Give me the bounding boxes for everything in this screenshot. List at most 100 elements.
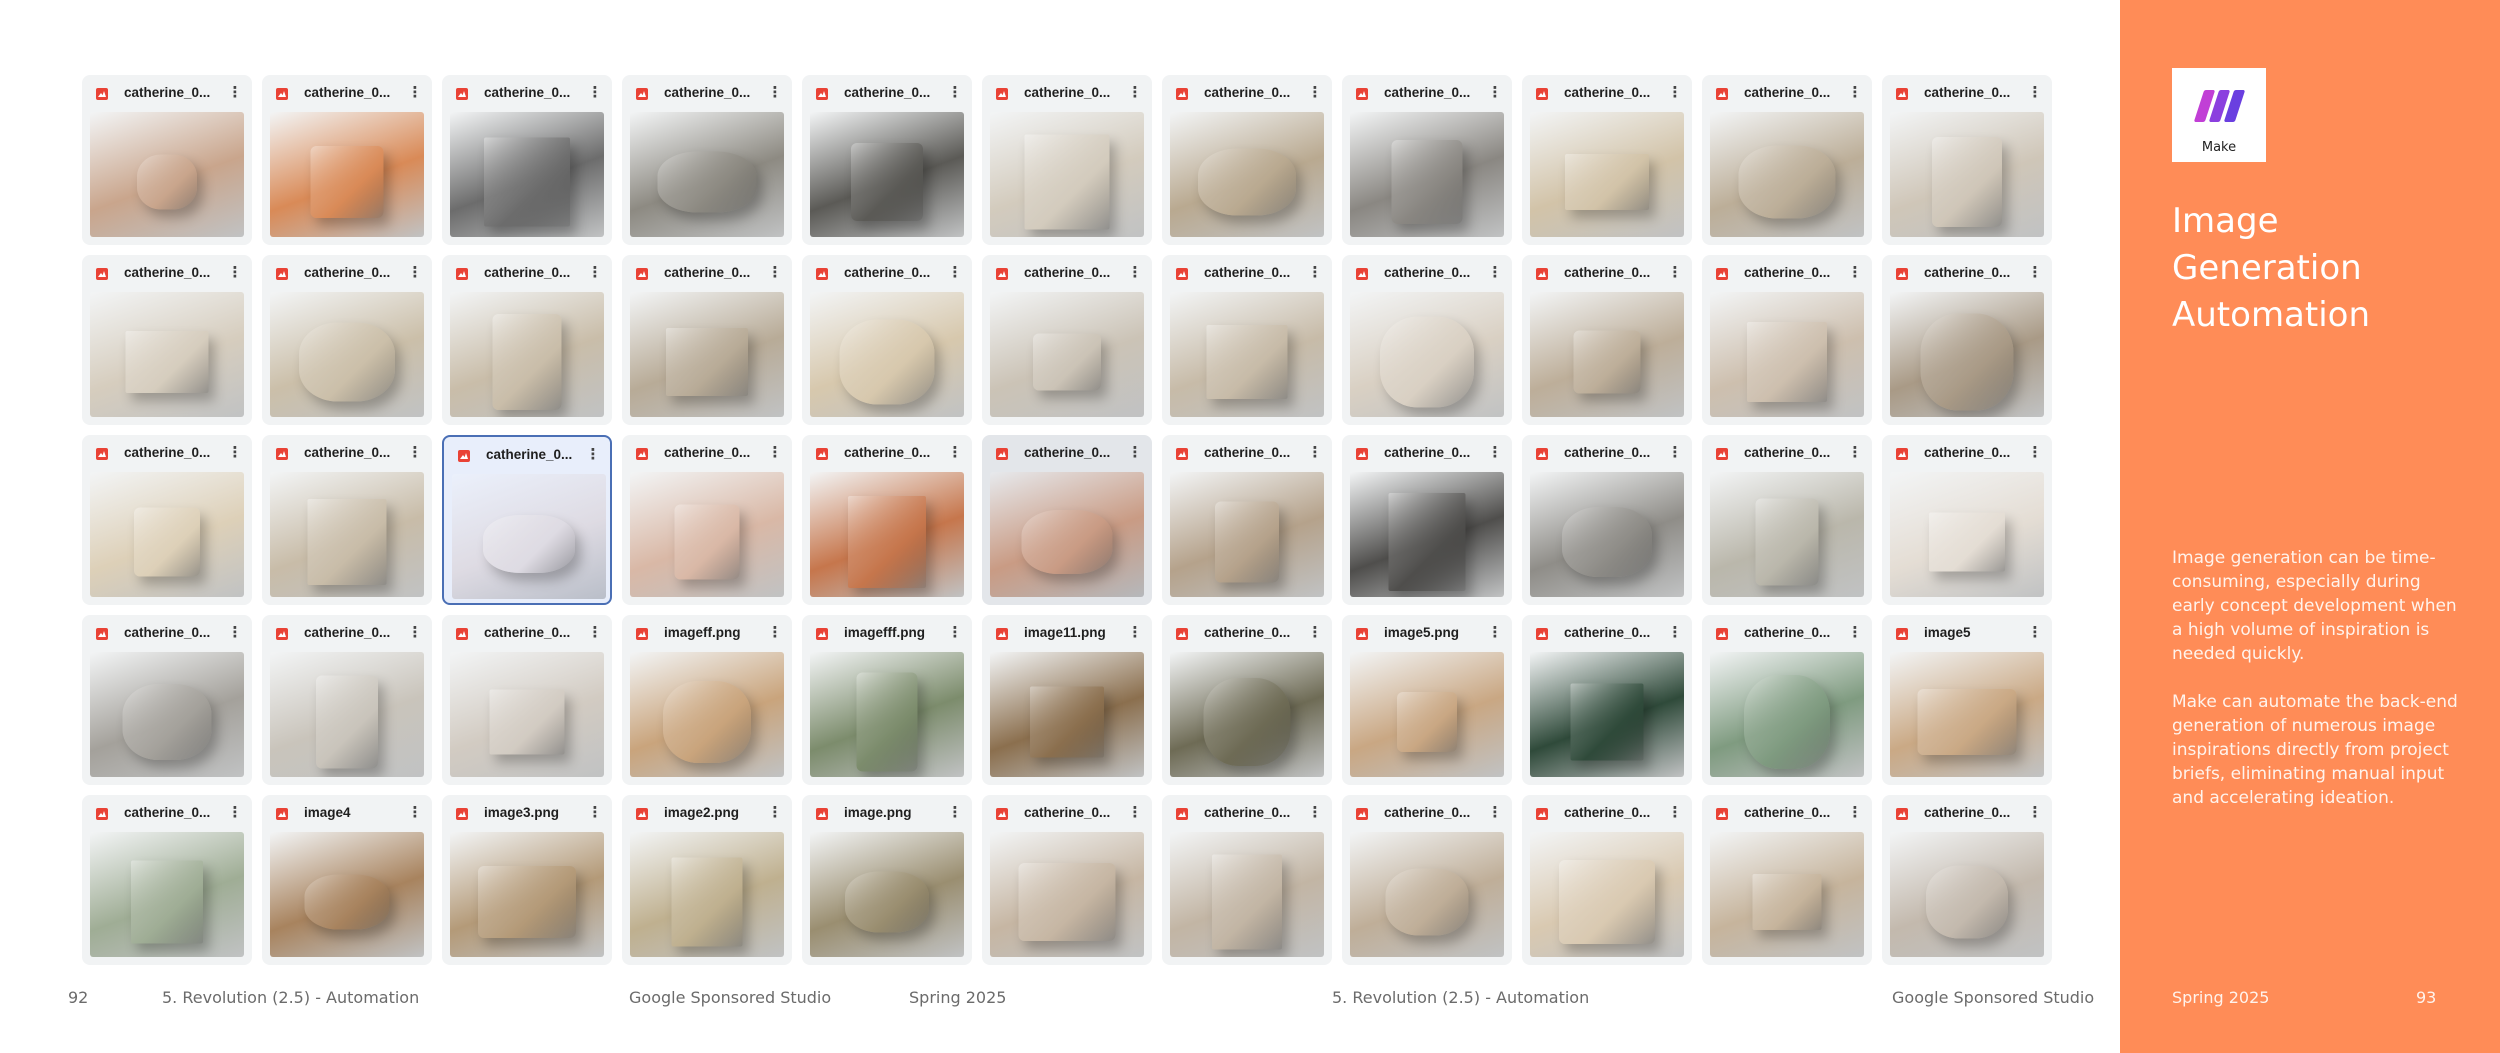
- more-options-icon[interactable]: ⋮: [1666, 84, 1684, 102]
- file-card[interactable]: image.png ⋮: [802, 795, 972, 965]
- file-thumbnail[interactable]: [1530, 112, 1684, 237]
- file-card[interactable]: catherine_0... ⋮: [1702, 75, 1872, 245]
- file-thumbnail[interactable]: [990, 112, 1144, 237]
- more-options-icon[interactable]: ⋮: [1126, 84, 1144, 102]
- more-options-icon[interactable]: ⋮: [1126, 624, 1144, 642]
- file-card[interactable]: image3.png ⋮: [442, 795, 612, 965]
- file-thumbnail[interactable]: [810, 652, 964, 777]
- more-options-icon[interactable]: ⋮: [1486, 444, 1504, 462]
- more-options-icon[interactable]: ⋮: [1306, 84, 1324, 102]
- file-card[interactable]: catherine_0... ⋮: [82, 75, 252, 245]
- file-thumbnail[interactable]: [1710, 832, 1864, 957]
- file-thumbnail[interactable]: [450, 832, 604, 957]
- file-thumbnail[interactable]: [270, 112, 424, 237]
- file-card[interactable]: catherine_0... ⋮: [1702, 255, 1872, 425]
- file-thumbnail[interactable]: [630, 472, 784, 597]
- file-card[interactable]: catherine_0... ⋮: [1522, 75, 1692, 245]
- more-options-icon[interactable]: ⋮: [1306, 444, 1324, 462]
- file-thumbnail[interactable]: [810, 112, 964, 237]
- file-thumbnail[interactable]: [90, 472, 244, 597]
- file-thumbnail[interactable]: [1530, 652, 1684, 777]
- file-card[interactable]: image5 ⋮: [1882, 615, 2052, 785]
- file-thumbnail[interactable]: [990, 292, 1144, 417]
- more-options-icon[interactable]: ⋮: [1306, 624, 1324, 642]
- file-thumbnail[interactable]: [1350, 832, 1504, 957]
- file-card[interactable]: catherine_0... ⋮: [262, 435, 432, 605]
- file-thumbnail[interactable]: [1170, 112, 1324, 237]
- file-thumbnail[interactable]: [1710, 112, 1864, 237]
- file-card[interactable]: catherine_0... ⋮: [1342, 795, 1512, 965]
- file-card[interactable]: catherine_0... ⋮: [1702, 615, 1872, 785]
- more-options-icon[interactable]: ⋮: [2026, 444, 2044, 462]
- file-card[interactable]: catherine_0... ⋮: [82, 795, 252, 965]
- file-thumbnail[interactable]: [1890, 832, 2044, 957]
- file-card[interactable]: catherine_0... ⋮: [1522, 795, 1692, 965]
- file-card[interactable]: catherine_0... ⋮: [442, 435, 612, 605]
- more-options-icon[interactable]: ⋮: [1846, 264, 1864, 282]
- more-options-icon[interactable]: ⋮: [946, 444, 964, 462]
- file-card[interactable]: image5.png ⋮: [1342, 615, 1512, 785]
- file-card[interactable]: catherine_0... ⋮: [622, 435, 792, 605]
- more-options-icon[interactable]: ⋮: [586, 624, 604, 642]
- file-card[interactable]: catherine_0... ⋮: [1882, 255, 2052, 425]
- more-options-icon[interactable]: ⋮: [1666, 264, 1684, 282]
- file-thumbnail[interactable]: [1350, 652, 1504, 777]
- more-options-icon[interactable]: ⋮: [946, 624, 964, 642]
- more-options-icon[interactable]: ⋮: [406, 264, 424, 282]
- more-options-icon[interactable]: ⋮: [226, 624, 244, 642]
- file-card[interactable]: catherine_0... ⋮: [1342, 435, 1512, 605]
- more-options-icon[interactable]: ⋮: [226, 444, 244, 462]
- file-thumbnail[interactable]: [1530, 472, 1684, 597]
- file-thumbnail[interactable]: [90, 832, 244, 957]
- file-card[interactable]: catherine_0... ⋮: [1522, 615, 1692, 785]
- more-options-icon[interactable]: ⋮: [1666, 804, 1684, 822]
- file-thumbnail[interactable]: [450, 652, 604, 777]
- more-options-icon[interactable]: ⋮: [1846, 444, 1864, 462]
- more-options-icon[interactable]: ⋮: [2026, 804, 2044, 822]
- more-options-icon[interactable]: ⋮: [1846, 84, 1864, 102]
- file-thumbnail[interactable]: [990, 472, 1144, 597]
- more-options-icon[interactable]: ⋮: [946, 804, 964, 822]
- file-card[interactable]: image4 ⋮: [262, 795, 432, 965]
- file-thumbnail[interactable]: [270, 292, 424, 417]
- file-card[interactable]: catherine_0... ⋮: [982, 435, 1152, 605]
- file-card[interactable]: catherine_0... ⋮: [982, 255, 1152, 425]
- file-thumbnail[interactable]: [1890, 652, 2044, 777]
- more-options-icon[interactable]: ⋮: [1486, 804, 1504, 822]
- file-card[interactable]: catherine_0... ⋮: [982, 75, 1152, 245]
- more-options-icon[interactable]: ⋮: [1126, 444, 1144, 462]
- file-thumbnail[interactable]: [630, 292, 784, 417]
- file-card[interactable]: catherine_0... ⋮: [1162, 255, 1332, 425]
- more-options-icon[interactable]: ⋮: [1306, 264, 1324, 282]
- file-thumbnail[interactable]: [90, 652, 244, 777]
- file-thumbnail[interactable]: [450, 112, 604, 237]
- file-card[interactable]: image2.png ⋮: [622, 795, 792, 965]
- more-options-icon[interactable]: ⋮: [2026, 84, 2044, 102]
- file-thumbnail[interactable]: [270, 832, 424, 957]
- file-thumbnail[interactable]: [1350, 292, 1504, 417]
- file-card[interactable]: image11.png ⋮: [982, 615, 1152, 785]
- more-options-icon[interactable]: ⋮: [766, 804, 784, 822]
- file-card[interactable]: imagefff.png ⋮: [802, 615, 972, 785]
- file-card[interactable]: catherine_0... ⋮: [1882, 795, 2052, 965]
- file-thumbnail[interactable]: [990, 832, 1144, 957]
- file-card[interactable]: catherine_0... ⋮: [262, 615, 432, 785]
- file-card[interactable]: catherine_0... ⋮: [82, 615, 252, 785]
- file-card[interactable]: catherine_0... ⋮: [802, 75, 972, 245]
- file-thumbnail[interactable]: [1350, 112, 1504, 237]
- more-options-icon[interactable]: ⋮: [946, 84, 964, 102]
- file-thumbnail[interactable]: [1170, 292, 1324, 417]
- more-options-icon[interactable]: ⋮: [226, 804, 244, 822]
- more-options-icon[interactable]: ⋮: [1846, 624, 1864, 642]
- file-card[interactable]: catherine_0... ⋮: [1882, 75, 2052, 245]
- file-thumbnail[interactable]: [452, 474, 606, 599]
- more-options-icon[interactable]: ⋮: [766, 444, 784, 462]
- file-thumbnail[interactable]: [1710, 652, 1864, 777]
- file-card[interactable]: catherine_0... ⋮: [1702, 435, 1872, 605]
- more-options-icon[interactable]: ⋮: [1486, 264, 1504, 282]
- file-card[interactable]: catherine_0... ⋮: [1162, 435, 1332, 605]
- more-options-icon[interactable]: ⋮: [766, 264, 784, 282]
- more-options-icon[interactable]: ⋮: [2026, 264, 2044, 282]
- file-card[interactable]: imageff.png ⋮: [622, 615, 792, 785]
- more-options-icon[interactable]: ⋮: [586, 84, 604, 102]
